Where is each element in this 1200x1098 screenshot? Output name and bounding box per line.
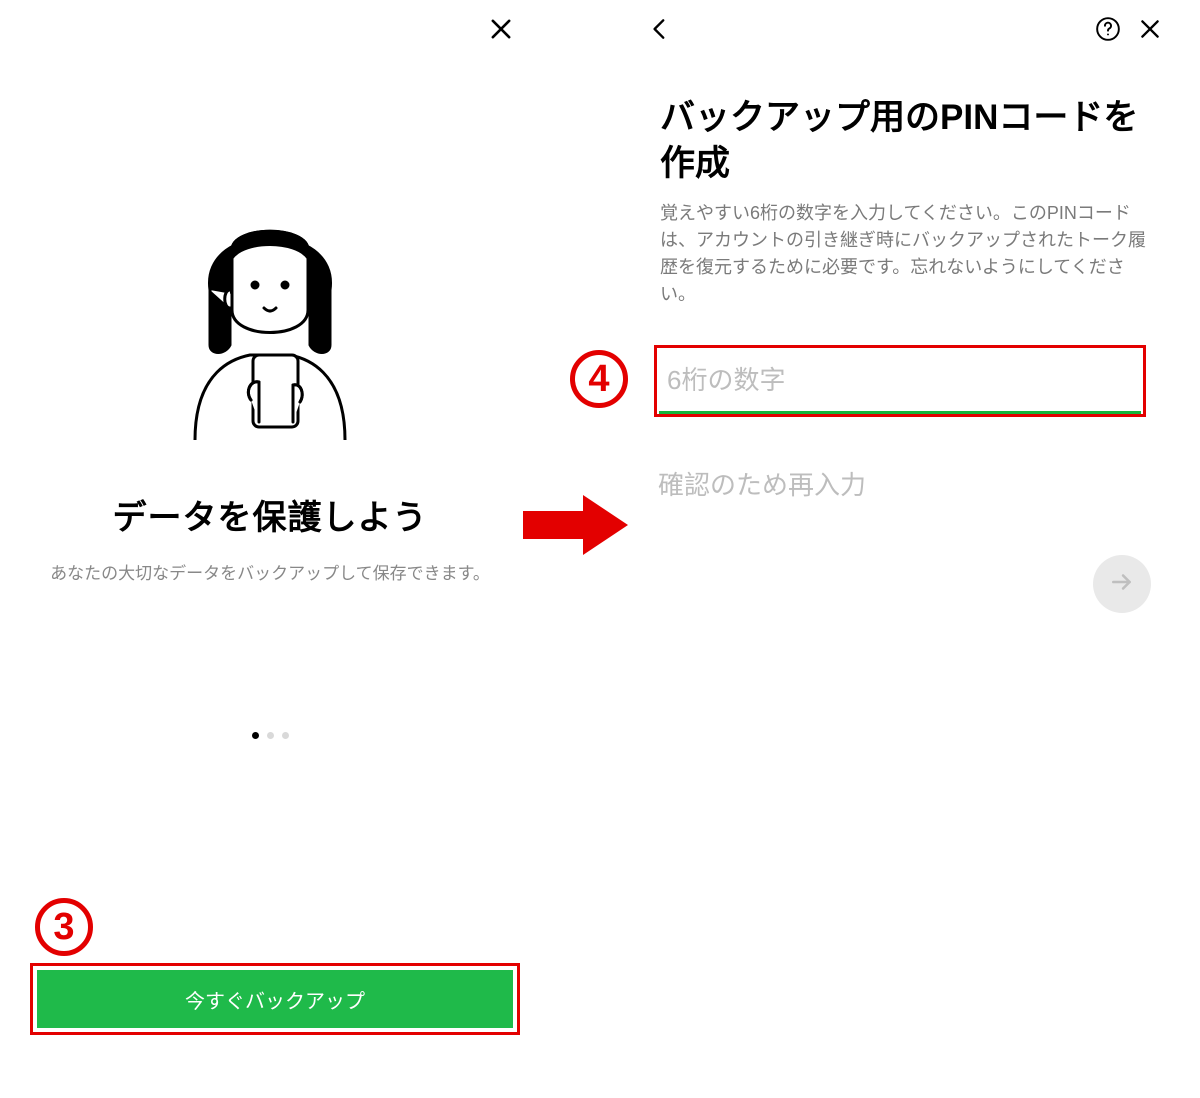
callout-step-3: 3: [35, 898, 93, 956]
callout-badge: 3: [35, 898, 93, 956]
right-screen: バックアップ用のPINコードを作成 覚えやすい6桁の数字を入力してください。この…: [635, 0, 1175, 1098]
data-protect-subtitle: あなたの大切なデータをバックアップして保存できます。: [0, 560, 540, 587]
right-topbar-actions: [1095, 16, 1163, 47]
backup-button-highlight: 今すぐバックアップ: [30, 963, 520, 1035]
callout-step-4: 4: [570, 350, 628, 408]
arrow-right-icon: [1109, 569, 1135, 600]
pager-dot[interactable]: [252, 732, 259, 739]
close-icon[interactable]: [1137, 16, 1163, 47]
left-topbar: [0, 6, 540, 56]
pager-dot[interactable]: [282, 732, 289, 739]
data-protect-title: データを保護しよう: [0, 490, 540, 539]
create-pin-title: バックアップ用のPINコードを作成: [660, 95, 1140, 186]
create-pin-description: 覚えやすい6桁の数字を入力してください。このPINコードは、アカウントの引き継ぎ…: [660, 200, 1150, 308]
close-icon[interactable]: [487, 15, 515, 48]
pin-input[interactable]: [659, 350, 1141, 414]
pin-input-highlight: [654, 345, 1146, 417]
backup-now-button[interactable]: 今すぐバックアップ: [37, 970, 513, 1028]
pager-dot[interactable]: [267, 732, 274, 739]
next-button[interactable]: [1093, 555, 1151, 613]
help-icon[interactable]: [1095, 16, 1121, 47]
back-icon[interactable]: [647, 16, 673, 47]
callout-badge: 4: [570, 350, 628, 408]
flow-arrow-icon: [523, 495, 628, 555]
right-topbar: [635, 6, 1175, 56]
pin-confirm-input[interactable]: 確認のため再入力: [658, 465, 1143, 502]
pager-dots: [0, 732, 540, 739]
person-phone-illustration: [155, 190, 385, 440]
